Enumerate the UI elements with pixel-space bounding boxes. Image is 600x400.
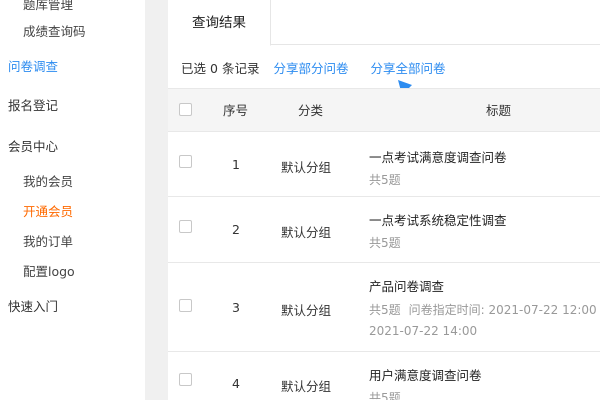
row-title[interactable]: 一点考试满意度调查问卷: [369, 147, 507, 166]
table-row[interactable]: 4 默认分组 用户满意度调查问卷 共5题: [168, 352, 600, 400]
sidebar-item-member-center[interactable]: 会员中心: [8, 136, 58, 155]
row-checkbox[interactable]: [179, 299, 192, 312]
sidebar-item-my-members[interactable]: 我的会员: [23, 171, 73, 190]
toolbar: 已选 0 条记录 分享部分问卷 分享全部问卷: [181, 58, 445, 78]
sidebar-item-registration[interactable]: 报名登记: [8, 95, 58, 114]
row-num: 2: [232, 222, 240, 237]
content-gap: [145, 0, 168, 400]
row-time-end: 2021-07-22 14:00: [369, 324, 478, 338]
selected-suffix: 条记录: [221, 61, 260, 76]
sidebar-item-question-bank[interactable]: 题库管理: [23, 0, 73, 13]
row-num: 4: [232, 376, 240, 391]
table-row[interactable]: 2 默认分组 一点考试系统稳定性调查 共5题: [168, 197, 600, 263]
header-num: 序号: [223, 103, 249, 118]
row-category: 默认分组: [280, 225, 331, 240]
sidebar-item-config-logo[interactable]: 配置logo: [23, 261, 75, 280]
row-meta: 共5题 问卷指定时间: 2021-07-22 12:00: [369, 301, 597, 318]
row-category: 默认分组: [280, 303, 331, 318]
sidebar-item-survey[interactable]: 问卷调查: [8, 56, 58, 75]
selection-info: 已选 0 条记录: [181, 61, 259, 76]
sidebar-item-quick-start[interactable]: 快速入门: [8, 296, 58, 315]
row-category: 默认分组: [280, 379, 331, 394]
header-category: 分类: [298, 103, 324, 118]
row-time-start: 2021-07-22 12:00: [488, 303, 597, 317]
survey-table: 序号 分类 标题 1 默认分组 一点考试满意度调查问卷 共5题 2 默认分组 一…: [168, 88, 600, 400]
row-num: 3: [232, 300, 240, 315]
tab-bar: 查询结果: [168, 0, 600, 46]
row-checkbox[interactable]: [179, 155, 192, 168]
row-title[interactable]: 一点考试系统稳定性调查: [369, 210, 507, 229]
selected-count: 0: [210, 61, 218, 76]
table-row[interactable]: 1 默认分组 一点考试满意度调查问卷 共5题: [168, 132, 600, 197]
header-title: 标题: [486, 103, 512, 118]
row-question-count: 共5题: [369, 391, 401, 400]
row-question-count: 共5题: [369, 303, 401, 317]
main-panel: 查询结果 已选 0 条记录 分享部分问卷 分享全部问卷 序号 分类 标题 1 默…: [168, 0, 600, 400]
select-all-checkbox[interactable]: [179, 103, 192, 116]
share-partial-link[interactable]: 分享部分问卷: [273, 61, 348, 76]
row-time-label: 问卷指定时间:: [408, 303, 485, 317]
sidebar-item-score-code[interactable]: 成绩查询码: [23, 21, 86, 40]
row-question-count: 共5题: [369, 173, 401, 187]
share-all-link[interactable]: 分享全部问卷: [370, 61, 445, 76]
row-num: 1: [232, 157, 240, 172]
row-checkbox[interactable]: [179, 373, 192, 386]
row-question-count: 共5题: [369, 236, 401, 250]
sidebar-item-open-membership[interactable]: 开通会员: [23, 201, 73, 220]
row-checkbox[interactable]: [179, 220, 192, 233]
sidebar: 题库管理 成绩查询码 问卷调查 报名登记 会员中心 我的会员 开通会员 我的订单…: [0, 0, 145, 400]
row-category: 默认分组: [280, 160, 331, 175]
selected-prefix: 已选: [181, 61, 207, 76]
row-title[interactable]: 产品问卷调查: [369, 276, 444, 295]
table-row[interactable]: 3 默认分组 产品问卷调查 共5题 问卷指定时间: 2021-07-22 12:0…: [168, 263, 600, 352]
tab-query-results[interactable]: 查询结果: [168, 0, 271, 46]
table-header: 序号 分类 标题: [168, 88, 600, 132]
sidebar-item-my-orders[interactable]: 我的订单: [23, 231, 73, 250]
row-title[interactable]: 用户满意度调查问卷: [369, 365, 482, 384]
